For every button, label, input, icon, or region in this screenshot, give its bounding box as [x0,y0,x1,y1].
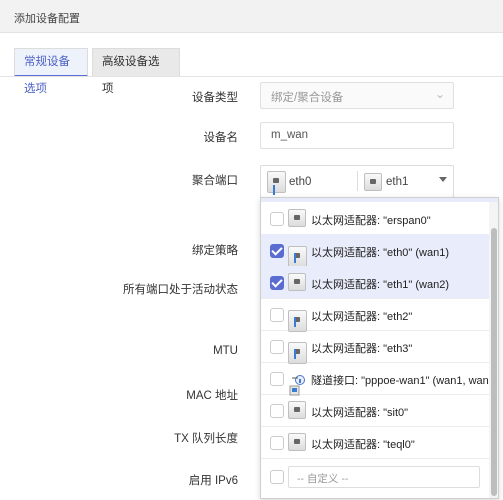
ethernet-icon [288,433,306,451]
ethernet-cable-icon [288,246,307,268]
ethernet-cable-icon [288,342,307,364]
checkbox[interactable] [270,470,284,484]
dropdown-item-eth1[interactable]: 以太网适配器: "eth1" (wan2) [261,266,489,299]
tab-general-options[interactable]: 常规设备选项 [14,48,88,95]
tab-advanced-options[interactable]: 高级设备选项 [92,48,180,95]
dropdown-custom-row[interactable]: -- 自定义 -- [261,462,489,492]
ethernet-cable-icon [267,171,286,193]
dropdown-item-teql0[interactable]: 以太网适配器: "teql0" [261,426,489,459]
tunnel-icon [288,374,308,396]
dropdown-item-sit0[interactable]: 以太网适配器: "sit0" [261,394,489,427]
agg-ports-label: 聚合端口 [192,175,238,187]
device-name-value: m_wan [271,129,309,141]
ethernet-icon [288,209,306,227]
checkbox[interactable] [270,436,284,450]
device-name-label: 设备名 [203,132,239,144]
device-type-label: 设备类型 [192,92,238,104]
dialog-title: 添加设备配置 [14,13,80,25]
checkbox[interactable] [270,212,284,226]
checkbox[interactable] [270,372,284,386]
ethernet-icon [288,273,306,291]
all-active-label: 所有端口处于活动状态 [123,284,238,296]
dialog-title-bar: 添加设备配置 [0,0,503,33]
chevron-down-icon: ⌄ [434,87,445,101]
device-name-input[interactable]: m_wan [260,122,454,149]
tab-divider [0,76,503,77]
txqueue-label: TX 队列长度 [174,433,238,445]
dropdown-item-pppoe-wan1[interactable]: 隧道接口: "pppoe-wan1" (wan1, wan1_6) [261,362,498,396]
dropdown-item-eth3[interactable]: 以太网适配器: "eth3" [261,330,489,364]
dropdown-item-eth2[interactable]: 以太网适配器: "eth2" [261,298,489,332]
mac-label: MAC 地址 [186,390,238,402]
ports-dropdown[interactable]: 以太网适配器: "erspan0" 以太网适配器: "eth0" (wan1) … [260,197,499,499]
bond-policy-label: 绑定策略 [192,245,238,257]
checkbox[interactable] [270,340,284,354]
agg-ports-select[interactable]: eth0 eth1 [260,165,454,198]
ethernet-cable-icon [288,310,307,332]
caret-down-icon[interactable] [439,177,447,182]
scrollbar-thumb[interactable] [491,228,497,496]
custom-port-input[interactable]: -- 自定义 -- [288,466,480,488]
mtu-label: MTU [213,345,238,357]
selected-port-eth1[interactable]: eth1 [357,171,408,191]
ethernet-icon [288,401,306,419]
device-type-select[interactable]: 绑定/聚合设备 ⌄ [260,82,454,109]
ethernet-icon [364,173,382,191]
device-type-value: 绑定/聚合设备 [271,92,344,104]
dropdown-item-erspan0[interactable]: 以太网适配器: "erspan0" [261,202,489,235]
checkbox-checked[interactable] [270,276,284,290]
ipv6-label: 启用 IPv6 [188,475,238,487]
dropdown-item-eth0[interactable]: 以太网适配器: "eth0" (wan1) [261,234,489,268]
checkbox-checked[interactable] [270,244,284,258]
checkbox[interactable] [270,308,284,322]
checkbox[interactable] [270,404,284,418]
